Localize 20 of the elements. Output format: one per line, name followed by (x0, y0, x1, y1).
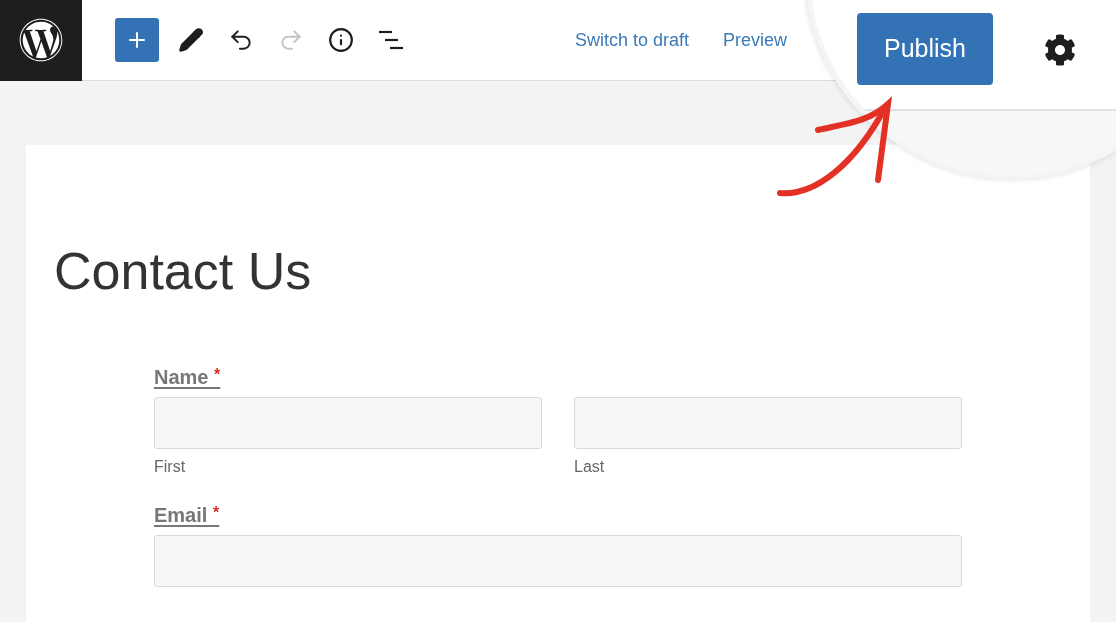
input-field[interactable] (574, 397, 962, 449)
publish-button[interactable]: Publish (857, 13, 993, 85)
redo-icon (278, 27, 304, 53)
header-link[interactable]: Switch to draft (575, 26, 690, 54)
info-icon (328, 27, 354, 53)
field-sublabel: Last (574, 457, 606, 477)
undo-icon (228, 27, 254, 53)
header-link[interactable]: Preview (723, 26, 788, 54)
settings-icon[interactable] (1044, 34, 1076, 66)
field-sublabel: First (154, 457, 187, 477)
field-label: Email * (154, 505, 220, 525)
wordpress-logo-icon (19, 18, 63, 62)
pencil-icon (178, 27, 204, 53)
field-label: Name * (154, 367, 221, 387)
add-block-button[interactable] (115, 18, 159, 62)
list-view-icon (378, 29, 404, 51)
input-field[interactable] (154, 397, 542, 449)
input-field[interactable] (154, 535, 962, 587)
page-title: Contact Us (54, 245, 313, 297)
logo-tile[interactable] (0, 0, 82, 81)
